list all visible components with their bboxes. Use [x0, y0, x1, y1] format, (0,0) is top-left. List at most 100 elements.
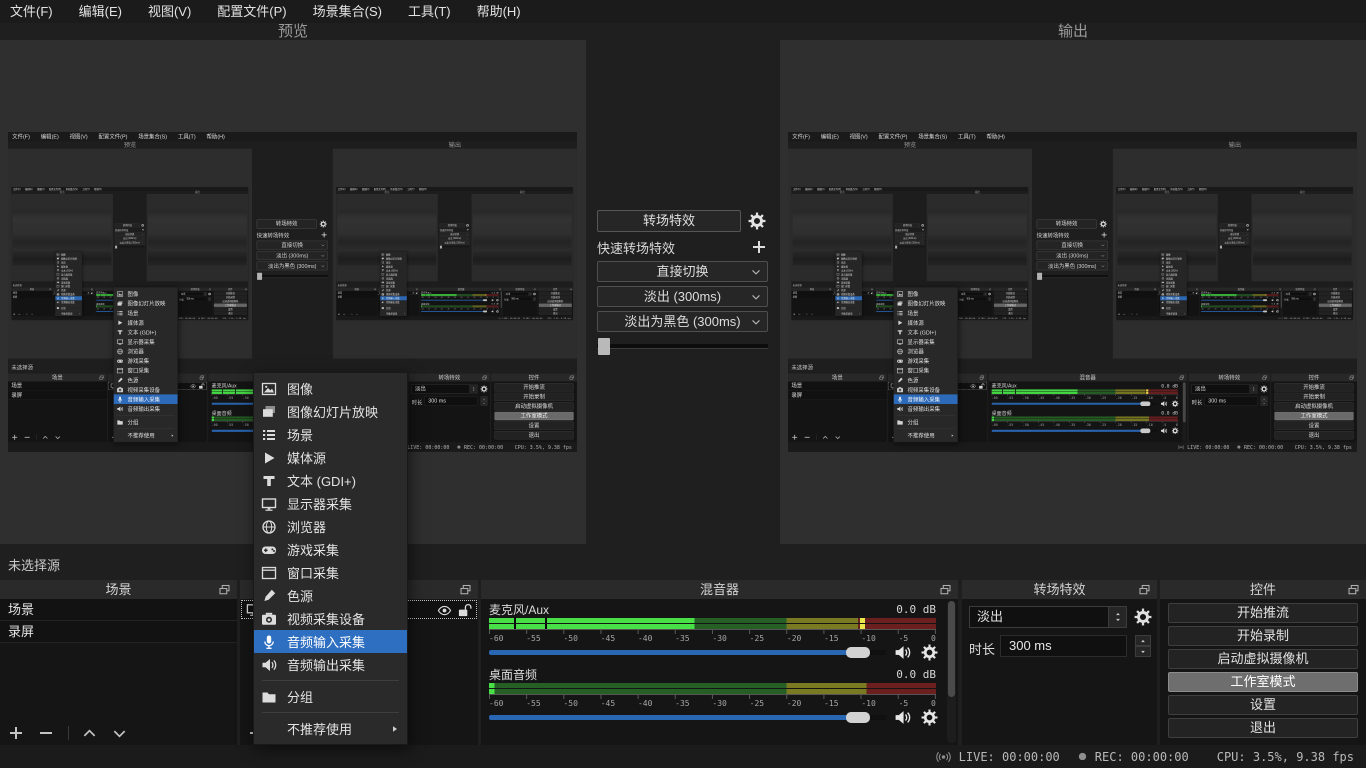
transition-slider[interactable]: [597, 338, 768, 355]
channel-db-value: 0.0 dB: [896, 603, 936, 616]
menu-item-spacer: [261, 721, 277, 737]
add-quick-transition-button[interactable]: [751, 239, 768, 256]
text-icon: [261, 473, 277, 489]
studio-mode-button[interactable]: 工作室模式: [1168, 672, 1358, 692]
tick-label: -30: [712, 699, 726, 708]
channel-gear-icon[interactable]: [921, 644, 938, 661]
volume-slider[interactable]: [489, 650, 886, 655]
transition-select-combo[interactable]: 淡出: [969, 606, 1127, 628]
broadcast-live-icon: [934, 750, 953, 764]
combo-spin-icons[interactable]: [1108, 607, 1126, 627]
move-scene-down-button[interactable]: [112, 725, 128, 741]
tick-label: -25: [750, 699, 764, 708]
panel-float-icon: [939, 584, 952, 596]
quick-transition-combo[interactable]: 淡出 (300ms): [597, 286, 768, 307]
channel-gear-icon[interactable]: [921, 709, 938, 726]
scene-list-item[interactable]: 场景: [0, 599, 237, 621]
image-icon: [261, 381, 277, 397]
volume-slider-handle[interactable]: [846, 712, 870, 723]
menubar-item[interactable]: 场景集合(S): [300, 0, 395, 23]
context-menu-item[interactable]: 音频输入采集: [254, 630, 407, 653]
duration-increase-button[interactable]: [1135, 635, 1151, 646]
channel-db-value: 0.0 dB: [896, 668, 936, 681]
transition-gear-button[interactable]: [748, 211, 768, 231]
context-menu-item[interactable]: 音频输出采集: [254, 653, 407, 676]
context-menu-item[interactable]: 游戏采集: [254, 538, 407, 561]
context-menu-item[interactable]: 图像幻灯片放映: [254, 400, 407, 423]
menubar-item[interactable]: 工具(T): [395, 0, 464, 23]
menubar-item[interactable]: 配置文件(P): [204, 0, 299, 23]
mute-speaker-icon[interactable]: [894, 709, 911, 726]
context-menu-item[interactable]: 不推荐使用: [254, 717, 407, 740]
transition-combo-value: 淡出: [977, 609, 1003, 624]
start-recording-button[interactable]: 开始录制: [1168, 626, 1358, 646]
menu-item-label: 图像: [287, 379, 313, 398]
exit-button[interactable]: 退出: [1168, 718, 1358, 738]
tick-label: -60: [489, 699, 503, 708]
context-menu-item[interactable]: 显示器采集: [254, 492, 407, 515]
audio-mixer-dock: 混音器 麦克风/Aux0.0 dB-60-55-50-45-40-35-30-2…: [481, 580, 958, 745]
context-menu-item[interactable]: 窗口采集: [254, 561, 407, 584]
transition-properties-gear-button[interactable]: [1134, 608, 1152, 626]
mixer-channel-header: 麦克风/Aux0.0 dB: [489, 602, 936, 617]
start-virtual-camera-button[interactable]: 启动虚拟摄像机: [1168, 649, 1358, 669]
menubar-item[interactable]: 编辑(E): [66, 0, 135, 23]
context-menu-item[interactable]: 图像: [254, 377, 407, 400]
volume-slider-fill: [489, 715, 858, 720]
scrollbar-thumb[interactable]: [948, 601, 955, 697]
menubar-item[interactable]: 视图(V): [135, 0, 204, 23]
quick-transition-combo[interactable]: 淡出为黑色 (300ms): [597, 311, 768, 332]
preview-pane-label: 预览: [0, 23, 586, 40]
scenes-dock: 场景 场景录屏: [0, 580, 237, 745]
start-streaming-button[interactable]: 开始推流: [1168, 603, 1358, 623]
transition-slider-handle[interactable]: [598, 338, 610, 355]
mixer-channels: 麦克风/Aux0.0 dB-60-55-50-45-40-35-30-25-20…: [481, 599, 958, 745]
context-menu-item[interactable]: 浏览器: [254, 515, 407, 538]
add-scene-button[interactable]: [8, 725, 24, 741]
menu-item-label: 视频采集设备: [287, 609, 365, 628]
channel-slider-row: [489, 644, 936, 660]
scene-list-item[interactable]: 录屏: [0, 621, 237, 643]
panel-float-icon: [218, 584, 231, 596]
source-lock-open-icon[interactable]: [457, 603, 472, 618]
menubar-item[interactable]: 帮助(H): [464, 0, 534, 23]
program-output-pane[interactable]: 文件(F)编辑(E)视图(V)配置文件(P)场景集合(S)工具(T)帮助(H) …: [780, 40, 1366, 544]
context-menu-item[interactable]: 色源: [254, 584, 407, 607]
context-menu-item[interactable]: 场景: [254, 423, 407, 446]
duration-decrease-button[interactable]: [1135, 646, 1151, 657]
menu-item-label: 场景: [287, 425, 313, 444]
transition-button[interactable]: 转场特效: [597, 210, 741, 232]
menu-item-label: 音频输入采集: [287, 632, 365, 651]
nested-screen-capture: 文件(F)编辑(E)视图(V)配置文件(P)场景集合(S)工具(T)帮助(H) …: [788, 132, 1357, 452]
volume-slider-handle[interactable]: [846, 647, 870, 658]
context-menu-item[interactable]: 媒体源: [254, 446, 407, 469]
context-menu-item[interactable]: 文本 (GDI+): [254, 469, 407, 492]
obs-main-window: 文件(F)编辑(E)视图(V)配置文件(P)场景集合(S)工具(T)帮助(H) …: [1116, 187, 1353, 320]
meter-notch: [545, 618, 547, 623]
duration-spinbox[interactable]: 300 ms: [1000, 635, 1127, 657]
context-menu-item[interactable]: 视频采集设备: [254, 607, 407, 630]
tick-label: -5: [899, 634, 909, 643]
move-scene-up-button[interactable]: [82, 725, 98, 741]
cpu-fps-stats: CPU: 3.5%, 9.38 fps: [1217, 750, 1354, 764]
tick-label: -20: [787, 699, 801, 708]
menubar: 文件(F)编辑(E)视图(V)配置文件(P)场景集合(S)工具(T)帮助(H): [0, 0, 1366, 23]
mute-speaker-icon[interactable]: [894, 644, 911, 661]
meter-notch: [514, 618, 516, 623]
menu-item-label: 图像幻灯片放映: [287, 402, 378, 421]
volume-slider[interactable]: [489, 715, 886, 720]
menubar-item[interactable]: 文件(F): [0, 0, 66, 23]
tick-label: -50: [563, 634, 577, 643]
mixer-channel-header: 桌面音频0.0 dB: [489, 667, 936, 682]
context-menu-item[interactable]: 分组: [254, 685, 407, 708]
mixer-scrollbar[interactable]: [947, 601, 956, 743]
quick-transition-combo[interactable]: 直接切换: [597, 261, 768, 282]
live-time: LIVE: 00:00:00: [959, 750, 1060, 764]
tick-label: -5: [899, 699, 909, 708]
remove-scene-button[interactable]: [38, 725, 54, 741]
meter-bar: [489, 618, 936, 623]
settings-button[interactable]: 设置: [1168, 695, 1358, 715]
controls-dock-title: 控件: [1160, 580, 1366, 599]
source-visibility-eye-icon[interactable]: [437, 603, 452, 618]
channel-slider-row: [489, 709, 936, 725]
